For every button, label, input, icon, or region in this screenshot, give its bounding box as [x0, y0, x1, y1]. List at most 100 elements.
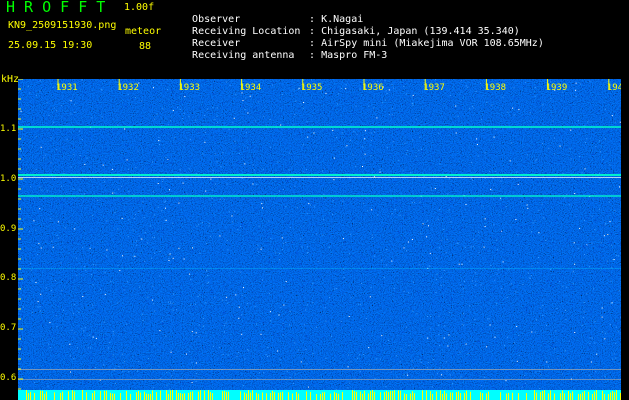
noise-dot: [75, 157, 77, 159]
noise-dot: [459, 79, 461, 81]
noise-dot: [297, 89, 299, 91]
noise-dot: [135, 213, 136, 215]
noise-dot: [305, 309, 307, 311]
noise-dot: [577, 180, 579, 181]
noise-dot: [418, 257, 419, 259]
noise-dot: [378, 352, 380, 354]
noise-dot: [91, 274, 92, 276]
noise-dot: [313, 132, 315, 134]
noise-dot: [94, 315, 96, 317]
noise-dot: [247, 234, 249, 236]
noise-dot: [350, 101, 352, 103]
noise-dot: [49, 218, 51, 220]
noise-dot: [289, 324, 290, 326]
noise-dot: [216, 115, 218, 117]
noise-dot: [512, 372, 514, 374]
bottom-bar: [120, 392, 121, 400]
noise-dot: [379, 168, 381, 170]
noise-dot: [484, 376, 486, 378]
noise-dot: [604, 338, 606, 340]
noise-dot: [313, 103, 315, 105]
noise-dot: [238, 154, 240, 156]
noise-dot: [328, 129, 330, 131]
noise-dot: [350, 139, 351, 141]
noise-dot: [44, 109, 45, 110]
noise-dot: [362, 264, 364, 266]
noise-dot: [253, 321, 255, 323]
noise-dot: [214, 297, 216, 299]
noise-dot: [383, 225, 385, 227]
noise-dot: [64, 366, 66, 368]
noise-dot: [427, 367, 429, 369]
bottom-bar: [168, 393, 169, 400]
noise-dot: [281, 381, 283, 383]
noise-dot: [143, 328, 145, 330]
noise-dot: [512, 331, 514, 333]
noise-dot: [572, 283, 574, 285]
noise-dot: [424, 120, 426, 122]
noise-dot: [408, 343, 409, 345]
noise-dot: [479, 204, 481, 206]
noise-dot: [106, 220, 108, 222]
noise-dot: [226, 213, 228, 215]
noise-dot: [198, 324, 200, 326]
noise-dot: [135, 162, 137, 164]
noise-dot: [493, 216, 495, 218]
noise-dot: [522, 284, 524, 285]
noise-dot: [152, 387, 154, 389]
noise-dot: [350, 233, 352, 235]
noise-dot: [195, 248, 197, 250]
noise-dot: [30, 186, 32, 188]
noise-dot: [301, 160, 302, 162]
noise-dot: [157, 206, 159, 208]
noise-dot: [544, 172, 546, 174]
noise-dot: [594, 380, 596, 382]
noise-dot: [530, 220, 532, 222]
noise-dot: [294, 373, 296, 375]
noise-dot: [434, 347, 436, 349]
noise-dot: [395, 360, 396, 362]
noise-dot: [228, 279, 230, 281]
noise-dot: [423, 175, 425, 177]
noise-dot: [403, 374, 405, 376]
noise-dot: [554, 137, 555, 139]
noise-dot: [254, 250, 256, 251]
noise-dot: [143, 145, 144, 147]
noise-dot: [65, 278, 67, 280]
noise-dot: [299, 291, 301, 293]
noise-dot: [93, 185, 95, 186]
noise-dot: [419, 136, 421, 138]
noise-dot: [74, 111, 76, 113]
noise-dot: [591, 337, 593, 339]
noise-dot: [171, 89, 173, 91]
noise-dot: [252, 183, 254, 185]
noise-dot: [485, 250, 487, 252]
noise-dot: [176, 285, 178, 287]
noise-dot: [162, 108, 164, 110]
noise-dot: [115, 262, 116, 264]
noise-dot: [589, 337, 591, 339]
noise-dot: [23, 306, 24, 308]
noise-dot: [334, 200, 336, 202]
noise-dot: [494, 128, 496, 130]
noise-dot: [566, 286, 568, 288]
noise-dot: [410, 221, 412, 223]
noise-dot: [476, 181, 478, 183]
noise-dot: [23, 370, 25, 372]
noise-dot: [481, 205, 483, 207]
noise-dot: [426, 278, 428, 280]
noise-dot: [37, 301, 39, 303]
bottom-bar: [28, 393, 29, 400]
noise-dot: [251, 317, 253, 319]
noise-dot: [171, 375, 173, 377]
noise-dot: [147, 248, 149, 250]
noise-dot: [328, 235, 330, 237]
noise-dot: [262, 207, 263, 209]
bottom-bar: [244, 392, 245, 400]
noise-dot: [488, 259, 490, 261]
noise-dot: [139, 117, 141, 119]
noise-dot: [166, 372, 168, 373]
noise-dot: [307, 320, 309, 322]
noise-dot: [356, 88, 358, 90]
noise-dot: [291, 262, 293, 264]
